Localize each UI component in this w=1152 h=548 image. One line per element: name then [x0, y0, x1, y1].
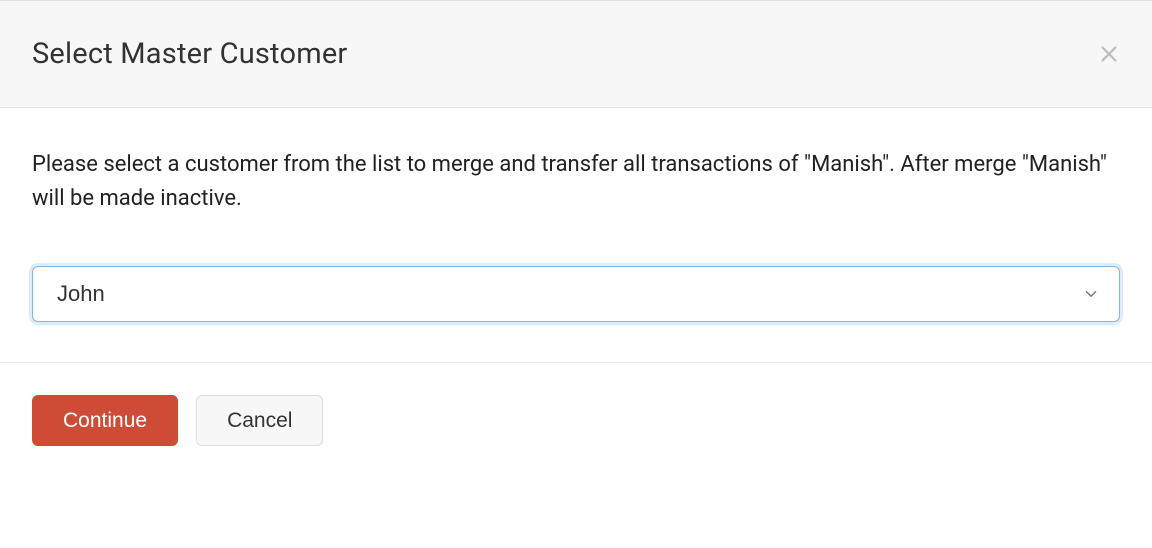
modal-title: Select Master Customer — [32, 37, 347, 71]
customer-select-wrapper: John — [32, 266, 1120, 322]
customer-select-value: John — [57, 281, 105, 306]
instruction-text: Please select a customer from the list t… — [32, 148, 1120, 216]
modal-body: Please select a customer from the list t… — [0, 108, 1152, 362]
continue-button[interactable]: Continue — [32, 395, 178, 446]
modal-header: Select Master Customer — [0, 0, 1152, 108]
cancel-button[interactable]: Cancel — [196, 395, 323, 446]
close-icon — [1098, 53, 1120, 68]
modal-footer: Continue Cancel — [0, 362, 1152, 478]
close-button[interactable] — [1098, 43, 1120, 65]
customer-select[interactable]: John — [32, 266, 1120, 322]
